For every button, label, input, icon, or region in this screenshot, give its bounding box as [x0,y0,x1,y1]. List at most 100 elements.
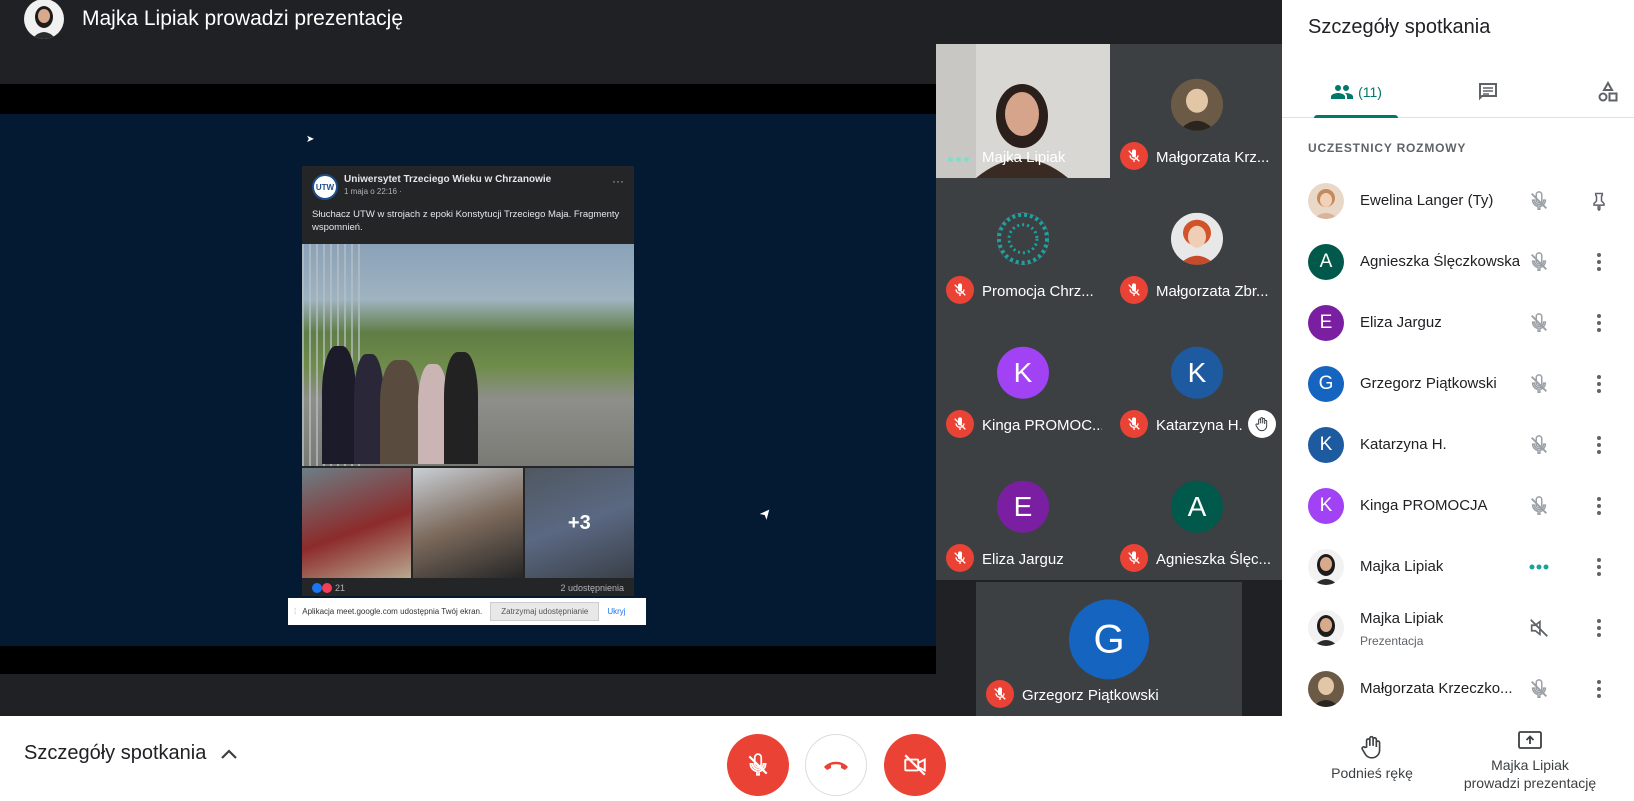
list-item[interactable]: E Eliza Jarguz [1282,292,1634,353]
presenting-label-line2: prowadzi prezentację [1463,775,1597,791]
avatar: A [1171,480,1223,533]
list-item[interactable]: Majka Lipiak Prezentacja [1282,597,1634,658]
thumbnail-3[interactable]: +3 [524,468,634,578]
list-item[interactable]: A Agnieszka Ślęczkowska [1282,231,1634,292]
presenting-button[interactable]: Majka Lipiak prowadzi prezentację [1452,730,1608,792]
facebook-post: UTW Uniwersytet Trzeciego Wieku w Chrzan… [302,166,634,596]
more-options-icon[interactable] [1587,555,1611,579]
raise-hand-button[interactable]: Podnieś rękę [1322,734,1422,782]
mic-off-icon [946,410,974,438]
hide-button[interactable]: Ukryj [607,607,625,616]
tile-name: Eliza Jarguz [982,551,1064,568]
tile-eliza[interactable]: E Eliza Jarguz [936,446,1110,580]
mic-off-icon[interactable] [1527,494,1551,518]
people-icon [1331,85,1354,99]
tab-people[interactable]: (11) [1302,66,1410,118]
letterbox-top [0,84,936,114]
participant-grid: Majka Lipiak Małgorzata Krz... Promocja … [936,44,1284,716]
tile-malgorzata-krz[interactable]: Małgorzata Krz... [1110,44,1284,178]
mute-mic-button[interactable] [727,734,789,796]
mic-off-icon [1120,276,1148,304]
tile-grzegorz[interactable]: G Grzegorz Piątkowski [976,582,1242,716]
leave-call-button[interactable] [805,734,867,796]
photo-people [322,334,502,464]
more-options-icon[interactable] [1587,677,1611,701]
tab-chat[interactable] [1458,66,1518,118]
tab-activities[interactable] [1588,66,1628,118]
post-main-photo [302,244,634,466]
more-options-icon[interactable] [1587,250,1611,274]
list-item[interactable]: G Grzegorz Piątkowski [1282,353,1634,414]
list-item[interactable]: Ewelina Langer (Ty) [1282,170,1634,231]
meeting-details-panel: Szczegóły spotkania (11) UCZESTNICY ROZM… [1282,0,1634,716]
list-item[interactable]: Małgorzata Krzeczko... [1282,658,1634,719]
post-menu-icon[interactable]: ··· [612,174,624,188]
tile-kinga[interactable]: K Kinga PROMOC... [936,312,1110,446]
list-item[interactable]: K Kinga PROMOCJA [1282,475,1634,536]
tile-malgorzata-zbr[interactable]: Małgorzata Zbr... [1110,178,1284,312]
mic-off-icon[interactable] [1527,250,1551,274]
speaking-indicator-icon [948,157,969,162]
share-message: Aplikacja meet.google.com udostępnia Twó… [302,607,483,616]
avatar [1308,609,1344,646]
avatar: G [1069,599,1149,680]
photo-figure [322,346,356,464]
avatar [997,212,1049,265]
pin-icon[interactable] [1587,189,1611,213]
tile-name: Majka Lipiak [982,149,1066,166]
thumbnail-1[interactable] [302,468,412,578]
avatar: K [1171,346,1223,399]
drag-handle-icon[interactable]: ⁞ [294,607,296,616]
presenter-banner: Majka Lipiak prowadzi prezentację [0,0,1282,46]
thumbnail-2[interactable] [413,468,523,578]
list-item[interactable]: Majka Lipiak [1282,536,1634,597]
mic-off-icon[interactable] [1527,372,1551,396]
meeting-details-label: Szczegóły spotkania [24,742,207,764]
hang-up-icon [824,761,848,770]
screen-share-notice: ⁞ Aplikacja meet.google.com udostępnia T… [288,598,646,625]
mic-off-icon[interactable] [1527,189,1551,213]
raise-hand-icon [1361,735,1381,759]
avatar: K [1308,487,1344,524]
avatar [1171,78,1223,131]
more-photos-count: +3 [524,468,634,578]
post-header: UTW Uniwersytet Trzeciego Wieku w Chrzan… [302,166,634,208]
people-count: (11) [1358,84,1382,100]
mic-off-icon[interactable] [1527,311,1551,335]
mic-off-icon [1120,544,1148,572]
photo-figure [380,360,420,464]
mic-off-icon[interactable] [1527,677,1551,701]
chat-icon [1479,83,1497,101]
presenting-label-line1: Majka Lipiak [1491,757,1569,773]
participants-section-heading: UCZESTNICY ROZMOWY [1308,141,1467,155]
list-item[interactable]: K Katarzyna H. [1282,414,1634,475]
participant-name: Grzegorz Piątkowski [1360,375,1497,392]
mic-off-icon [748,753,768,776]
present-screen-icon [1518,731,1542,749]
panel-title: Szczegóły spotkania [1308,16,1491,38]
post-thumbnails: +3 [302,468,634,578]
more-options-icon[interactable] [1587,616,1611,640]
more-options-icon[interactable] [1587,372,1611,396]
post-meta: Uniwersytet Trzeciego Wieku w Chrzanowie… [338,174,551,196]
tile-agnieszka[interactable]: A Agnieszka Ślęc... [1110,446,1284,580]
activities-icon [1598,80,1618,102]
more-options-icon[interactable] [1587,311,1611,335]
stop-sharing-button[interactable]: Zatrzymaj udostępnianie [490,602,600,621]
camera-off-button[interactable] [884,734,946,796]
tile-promocja[interactable]: Promocja Chrz... [936,178,1110,312]
more-options-icon[interactable] [1587,494,1611,518]
tile-majka-lipiak[interactable]: Majka Lipiak [936,44,1110,178]
volume-off-icon[interactable] [1527,616,1551,640]
avatar: E [1308,304,1344,341]
avatar [1308,182,1344,219]
avatar: G [1308,365,1344,402]
meeting-details-button[interactable]: Szczegóły spotkania [24,742,238,765]
tile-name: Kinga PROMOC... [982,417,1102,434]
more-options-icon[interactable] [1587,433,1611,457]
tile-katarzyna[interactable]: K Katarzyna H. [1110,312,1284,446]
participants-list: Ewelina Langer (Ty) A Agnieszka Ślęczkow… [1282,170,1634,719]
avatar [1308,670,1344,707]
presenter-title: Majka Lipiak prowadzi prezentację [82,7,403,30]
mic-off-icon[interactable] [1527,433,1551,457]
